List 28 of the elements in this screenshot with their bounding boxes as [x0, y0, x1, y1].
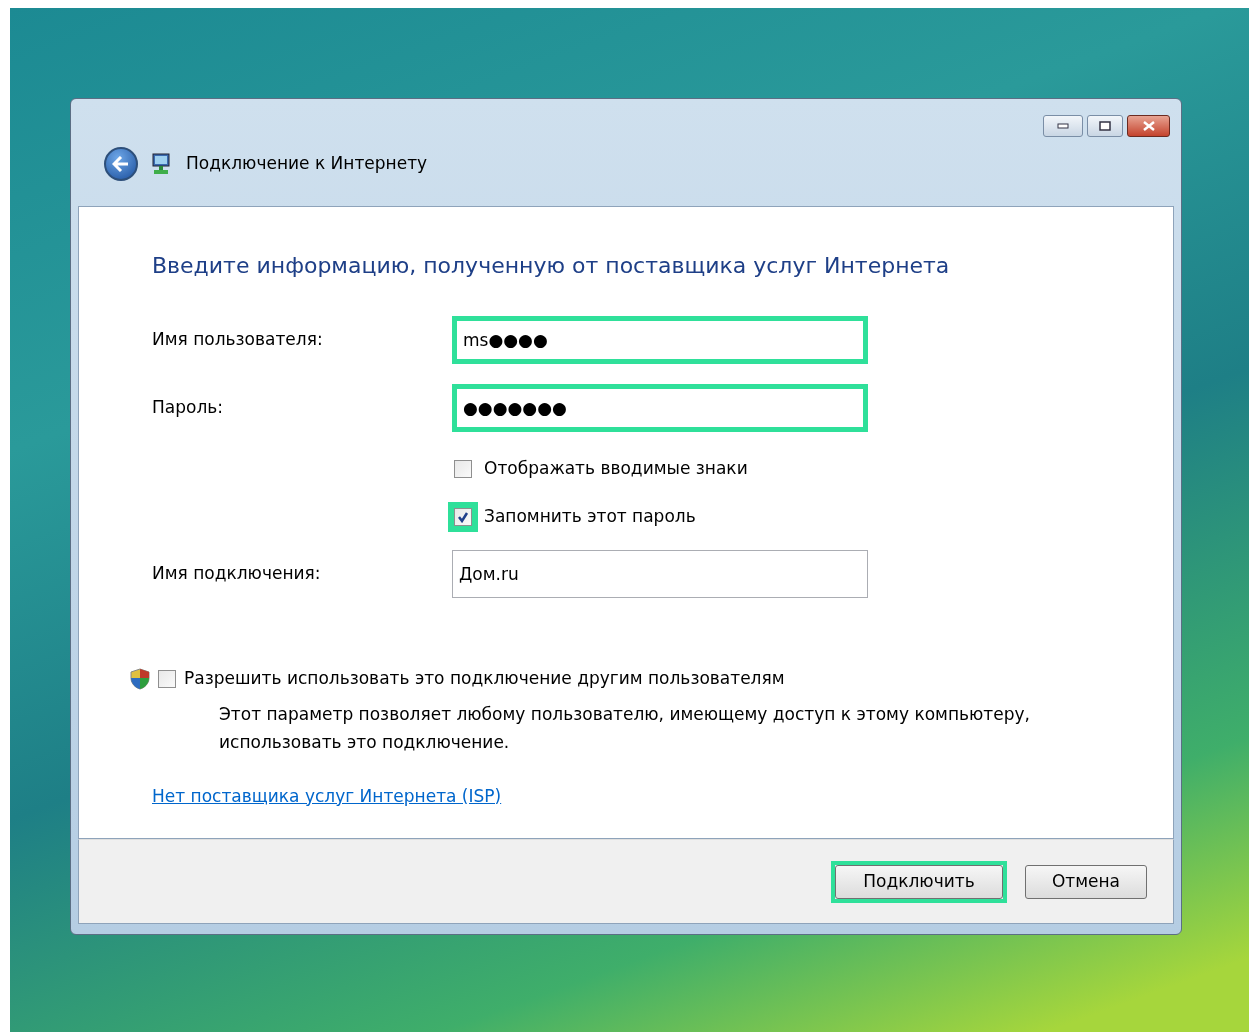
username-field[interactable]: ms●●●●: [452, 316, 868, 364]
connection-name-field[interactable]: Дом.ru: [452, 550, 868, 598]
no-isp-link[interactable]: Нет поставщика услуг Интернета (ISP): [152, 783, 502, 809]
username-label: Имя пользователя:: [152, 328, 324, 352]
option-checkbox[interactable]: [454, 508, 472, 526]
option-label: Отображать вводимые знаки: [484, 457, 748, 481]
check-icon: [457, 511, 469, 523]
close-button[interactable]: [1127, 115, 1170, 137]
close-icon: [1142, 121, 1155, 131]
option-label: Запомнить этот пароль: [484, 505, 696, 529]
option-checkbox[interactable]: [454, 460, 472, 478]
minimize-button[interactable]: [1043, 115, 1083, 137]
window-title: Подключение к Интернету: [186, 152, 428, 176]
dialog-heading: Введите информацию, полученную от поставщика услуг Интернета: [152, 252, 951, 280]
maximize-button[interactable]: [1087, 115, 1123, 137]
password-field[interactable]: ●●●●●●●: [452, 384, 868, 432]
connect-button[interactable]: Подключить: [835, 864, 1003, 899]
shield-icon: [130, 667, 150, 690]
connection-name-label: Имя подключения:: [152, 562, 322, 586]
password-label: Пароль:: [152, 396, 224, 420]
maximize-icon: [1099, 121, 1111, 131]
cancel-button[interactable]: Отмена: [1025, 864, 1147, 899]
share-checkbox[interactable]: [158, 669, 176, 688]
share-option-label: Разрешить использовать это подключение другим пользователям: [184, 667, 785, 690]
back-button[interactable]: [104, 147, 138, 181]
back-arrow-icon: [112, 156, 130, 172]
share-option-description: Этот параметр позволяет любому пользователю, имеющему доступ к этому компьютеру, использовать это подключение.: [218, 702, 1031, 754]
minimize-icon: [1057, 123, 1069, 129]
